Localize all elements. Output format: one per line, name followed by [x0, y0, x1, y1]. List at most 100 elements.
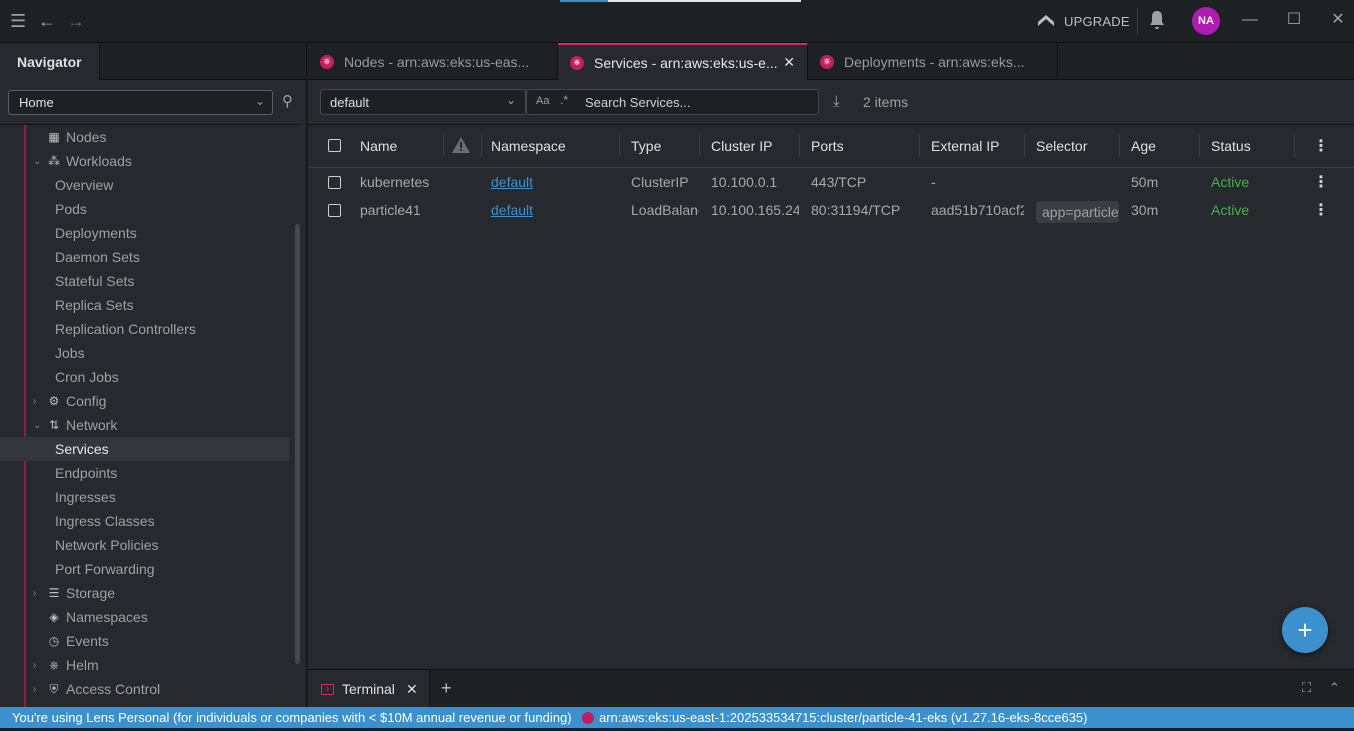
sidebar-item-replica-sets[interactable]: Replica Sets — [0, 293, 289, 317]
avatar[interactable]: NA — [1192, 7, 1220, 35]
column-selector[interactable]: Selector — [1036, 138, 1087, 154]
row-menu-icon[interactable]: ⋮ — [1313, 200, 1329, 220]
column-namespace[interactable]: Namespace — [491, 138, 566, 154]
progress-bar-white — [608, 0, 801, 2]
sidebar-item-services[interactable]: Services — [0, 437, 289, 461]
cell-namespace-link[interactable]: default — [491, 174, 533, 190]
events-icon: ◷ — [48, 634, 60, 648]
tab-deployments[interactable]: ⎈ Deployments - arn:aws:eks... — [808, 43, 1058, 80]
fullscreen-icon[interactable]: ⛶ — [1302, 680, 1311, 696]
sidebar-item-ingress-classes[interactable]: Ingress Classes — [0, 509, 289, 533]
sidebar-item-endpoints[interactable]: Endpoints — [0, 461, 289, 485]
chevron-right-icon[interactable]: › — [33, 684, 36, 695]
hamburger-icon[interactable]: ☰ — [10, 11, 26, 31]
column-age[interactable]: Age — [1131, 138, 1156, 154]
arrow-right-icon[interactable]: → — [67, 11, 85, 31]
sidebar-item-events[interactable]: ◷ Events — [0, 629, 289, 653]
search-services-input[interactable]: Aa .* Search Services... — [526, 89, 819, 115]
selector-badge: app=particle41 — [1036, 201, 1119, 223]
minimize-icon[interactable]: — — [1240, 10, 1260, 30]
plus-icon[interactable]: + — [441, 678, 452, 699]
columns-menu-icon[interactable]: ⋮ — [1313, 136, 1329, 156]
sidebar-item-port-forwarding[interactable]: Port Forwarding — [0, 557, 289, 581]
row-menu-icon[interactable]: ⋮ — [1313, 172, 1329, 192]
sidebar-item-helm[interactable]: › ⎈ Helm — [0, 653, 289, 677]
navigator-header: Navigator — [0, 43, 306, 80]
table-row[interactable]: particle41 default LoadBalancer 10.100.1… — [308, 198, 1354, 226]
sidebar-item-network[interactable]: ⌄ ⇅ Network — [0, 413, 289, 437]
cell-status: Active — [1211, 202, 1250, 218]
sidebar-scrollbar[interactable] — [295, 224, 300, 664]
column-type[interactable]: Type — [631, 138, 661, 154]
helm-icon: ⎈ — [49, 657, 59, 672]
column-external-ip[interactable]: External IP — [931, 138, 999, 154]
network-icon: ⇅ — [48, 418, 60, 432]
tab-nodes[interactable]: ⎈ Nodes - arn:aws:eks:us-eas... — [308, 43, 558, 80]
bell-icon[interactable] — [1148, 10, 1166, 34]
column-status[interactable]: Status — [1211, 138, 1251, 154]
sidebar-item-access-control[interactable]: › ⛨ Access Control — [0, 677, 289, 701]
sidebar-item-nodes[interactable]: ▦ Nodes — [0, 125, 289, 149]
chevron-down-icon[interactable]: ⌄ — [33, 420, 41, 431]
column-name[interactable]: Name — [360, 138, 397, 154]
arrow-left-icon[interactable]: ← — [38, 11, 56, 31]
terminal-icon: › — [321, 683, 334, 695]
close-icon[interactable]: ✕ — [1328, 10, 1348, 30]
regex-icon[interactable]: .* — [560, 93, 568, 107]
table-row[interactable]: kubernetes default ClusterIP 10.100.0.1 … — [308, 170, 1354, 198]
sidebar-item-namespaces[interactable]: ◈ Namespaces — [0, 605, 289, 629]
tab-services[interactable]: ⎈ Services - arn:aws:eks:us-e... ✕ — [558, 43, 808, 80]
cell-external-ip: aad51b710acf2 — [931, 202, 1024, 218]
cell-ports: 80:31194/TCP — [811, 202, 901, 218]
status-bar: You're using Lens Personal (for individu… — [0, 707, 1354, 728]
sidebar-item-label: Pods — [55, 201, 87, 217]
sidebar-item-storage[interactable]: › ☰ Storage — [0, 581, 289, 605]
kubernetes-icon — [582, 711, 594, 724]
namespace-value: default — [330, 95, 370, 110]
cluster-context[interactable]: arn:aws:eks:us-east-1:202533534715:clust… — [582, 710, 1087, 725]
chevron-down-icon[interactable]: ⌄ — [33, 156, 41, 167]
sidebar-item-replication-controllers[interactable]: Replication Controllers — [0, 317, 289, 341]
sidebar-item-label: Access Control — [66, 681, 161, 697]
sidebar-item-jobs[interactable]: Jobs — [0, 341, 289, 365]
maximize-icon[interactable]: ☐ — [1284, 10, 1304, 30]
sidebar-item-deployments[interactable]: Deployments — [0, 221, 289, 245]
cell-namespace-link[interactable]: default — [491, 202, 533, 218]
sidebar-item-daemon-sets[interactable]: Daemon Sets — [0, 245, 289, 269]
add-resource-button[interactable]: + — [1282, 607, 1328, 653]
sidebar-item-stateful-sets[interactable]: Stateful Sets — [0, 269, 289, 293]
chevron-right-icon[interactable]: › — [33, 396, 36, 407]
row-checkbox[interactable] — [328, 204, 341, 217]
namespace-select[interactable]: default ⌄ — [320, 89, 526, 115]
sidebar-item-cron-jobs[interactable]: Cron Jobs — [0, 365, 289, 389]
sidebar-item-network-policies[interactable]: Network Policies — [0, 533, 289, 557]
row-checkbox[interactable] — [328, 176, 341, 189]
sidebar-item-workloads[interactable]: ⌄ ⁂ Workloads — [0, 149, 289, 173]
download-icon[interactable]: ⤓ — [833, 93, 840, 110]
upgrade-button[interactable]: UPGRADE — [1036, 11, 1130, 31]
divider — [1137, 8, 1138, 34]
close-tab-icon[interactable]: ✕ — [783, 54, 795, 71]
sidebar-item-label: Overview — [55, 177, 114, 193]
column-ports[interactable]: Ports — [811, 138, 844, 154]
chevron-up-icon[interactable]: ⌃ — [1329, 680, 1340, 696]
column-cluster-ip[interactable]: Cluster IP — [711, 138, 772, 154]
search-icon[interactable]: ⚲ — [282, 92, 293, 110]
cell-age: 30m — [1131, 202, 1159, 218]
sidebar-item-label: Network Policies — [55, 537, 159, 553]
terminal-tab[interactable]: › Terminal ✕ — [308, 670, 430, 708]
sidebar-item-overview[interactable]: Overview — [0, 173, 289, 197]
chevron-right-icon[interactable]: › — [33, 660, 36, 671]
sidebar-item-ingresses[interactable]: Ingresses — [0, 485, 289, 509]
sidebar-item-pods[interactable]: Pods — [0, 197, 289, 221]
tab-label: Services - arn:aws:eks:us-e... — [594, 54, 778, 71]
match-case-icon[interactable]: Aa — [536, 95, 549, 107]
chevron-right-icon[interactable]: › — [33, 588, 36, 599]
sidebar-item-label: Ingress Classes — [55, 513, 155, 529]
plus-icon: + — [1297, 614, 1313, 645]
sidebar-item-label: Network — [66, 417, 118, 433]
select-all-checkbox[interactable] — [328, 139, 341, 152]
home-select[interactable]: Home ⌄ — [8, 90, 273, 115]
sidebar-item-config[interactable]: › ⚙ Config — [0, 389, 289, 413]
close-terminal-icon[interactable]: ✕ — [406, 681, 418, 698]
